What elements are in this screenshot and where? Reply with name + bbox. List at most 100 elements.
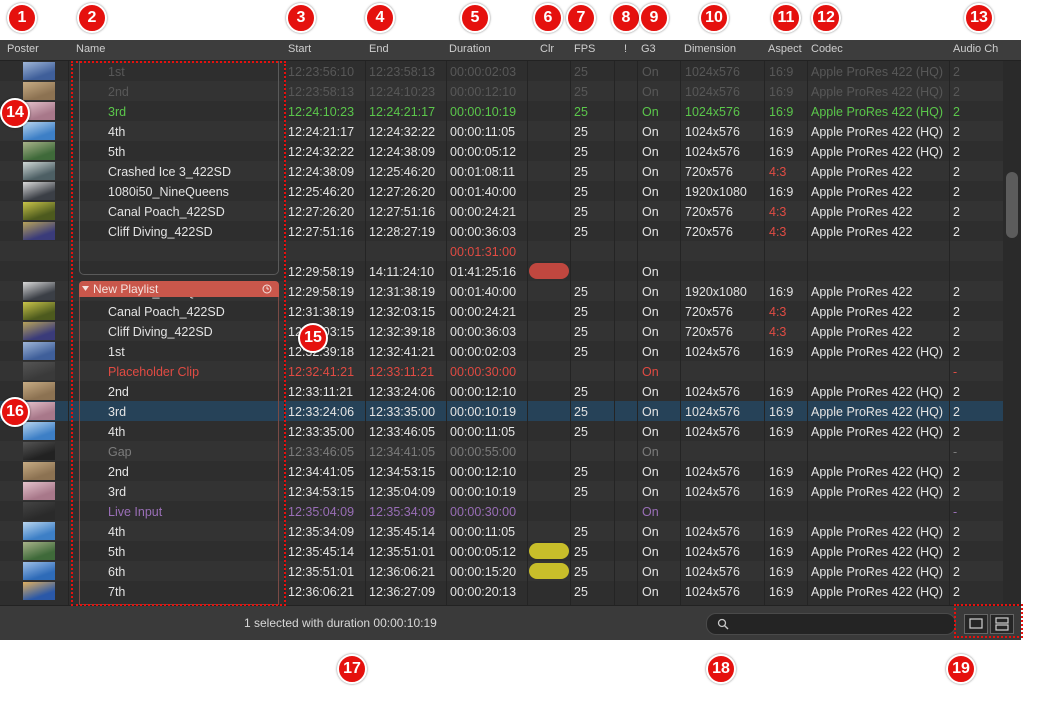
clip-name[interactable]: 5th [108, 545, 125, 559]
poster-thumbnail[interactable] [23, 342, 55, 360]
poster-thumbnail[interactable] [23, 302, 55, 320]
clip-name[interactable]: 3rd [108, 485, 126, 499]
col-header-dimension[interactable]: Dimension [684, 43, 736, 55]
table-row[interactable]: 4th 12:33:35:00 12:33:46:05 00:00:11:05 25 On… [0, 421, 1003, 441]
col-header-start[interactable]: Start [288, 43, 311, 55]
col-header-name[interactable]: Name [76, 43, 105, 55]
color-label-chip[interactable] [529, 563, 569, 579]
table-row[interactable]: Cliff Diving_422SD12:32:03:1512:32:39:18… [0, 321, 1003, 341]
table-row[interactable]: Placeholder Clip 12:32:41:21 12:33:11:21 00… [0, 361, 1003, 381]
cell-fps: 25 [574, 425, 588, 439]
cell-end: 12:36:06:21 [369, 565, 436, 579]
table-row[interactable]: 1080i50_NineQueens 12:25:46:20 12:27:26:20… [0, 181, 1003, 201]
poster-thumbnail[interactable] [23, 142, 55, 160]
poster-thumbnail[interactable] [23, 542, 55, 560]
cell-end: 12:34:41:05 [369, 445, 436, 459]
col-header-fps[interactable]: FPS [574, 43, 595, 55]
clip-name[interactable]: 3rd [108, 405, 126, 419]
table-row[interactable]: Gap 12:33:46:05 12:34:41:05 00:00:55:00 On - [0, 441, 1003, 461]
col-header-poster[interactable]: Poster [7, 43, 39, 55]
col-header-clr[interactable]: Clr [540, 43, 554, 55]
table-row[interactable]: 5th 12:24:32:22 12:24:38:09 00:00:05:12 25 On… [0, 141, 1003, 161]
table-row[interactable]: Live Input 12:35:04:09 12:35:34:09 00:00:30… [0, 501, 1003, 521]
table-row[interactable]: 5th 12:35:45:14 12:35:51:01 00:00:05:12 25 On… [0, 541, 1003, 561]
table-row[interactable]: 1080i50_NineQueens 12:29:58:19 12:31:38:19… [0, 281, 1003, 301]
col-header-end[interactable]: End [369, 43, 389, 55]
poster-thumbnail[interactable] [23, 322, 55, 340]
clip-name[interactable]: Cliff Diving_422SD [108, 225, 213, 239]
table-row[interactable]: 2nd 12:33:11:21 12:33:24:06 00:00:12:10 25 On… [0, 381, 1003, 401]
table-row[interactable]: 1st 12:23:56:10 12:23:58:13 00:00:02:03 25 On… [0, 61, 1003, 81]
clip-name[interactable]: 1st [108, 345, 125, 359]
cell-end: 12:35:04:09 [369, 485, 436, 499]
poster-thumbnail[interactable] [23, 462, 55, 480]
clip-name[interactable]: 4th [108, 525, 125, 539]
poster-thumbnail[interactable] [23, 382, 55, 400]
poster-thumbnail[interactable] [23, 582, 55, 600]
poster-thumbnail[interactable] [23, 482, 55, 500]
poster-thumbnail[interactable] [23, 122, 55, 140]
col-header-audio[interactable]: Audio Ch [953, 43, 998, 55]
clip-name[interactable]: Canal Poach_422SD [108, 305, 225, 319]
scrollbar-thumb[interactable] [1006, 172, 1018, 238]
clip-name[interactable]: 4th [108, 125, 125, 139]
clip-name[interactable]: 3rd [108, 105, 126, 119]
table-row[interactable]: 4th 12:24:21:17 12:24:32:22 00:00:11:05 25 On… [0, 121, 1003, 141]
table-row[interactable]: 3rd 12:33:24:06 12:33:35:00 00:00:10:19 25 On… [0, 401, 1003, 421]
clip-name[interactable]: Gap [108, 445, 132, 459]
table-row[interactable]: 1st 12:32:39:18 12:32:41:21 00:00:02:03 25 On… [0, 341, 1003, 361]
col-header-g3[interactable]: G3 [641, 43, 656, 55]
clip-name[interactable]: 5th [108, 145, 125, 159]
table-row[interactable]: 6th 12:35:51:01 12:36:06:21 00:00:15:20 25 On… [0, 561, 1003, 581]
clip-name[interactable]: 1080i50_NineQueens [108, 185, 229, 199]
table-row[interactable]: 2nd 12:34:41:05 12:34:53:15 00:00:12:10 25 On… [0, 461, 1003, 481]
poster-thumbnail[interactable] [23, 182, 55, 200]
table-row[interactable]: 2nd 12:23:58:13 12:24:10:23 00:00:12:10 25 On… [0, 81, 1003, 101]
clip-name[interactable]: 7th [108, 585, 125, 599]
clip-name[interactable]: 2nd [108, 85, 129, 99]
table-row[interactable]: Canal Poach_422SD 12:27:26:20 12:27:51:16 0… [0, 201, 1003, 221]
table-row[interactable]: 00:01:31:00 [0, 241, 1003, 261]
col-header-bang[interactable]: ! [624, 43, 627, 55]
table-row[interactable]: 3rd 12:24:10:23 12:24:21:17 00:00:10:19 25 On… [0, 101, 1003, 121]
poster-thumbnail[interactable] [23, 522, 55, 540]
table-row[interactable]: 7th 12:36:06:21 12:36:27:09 00:00:20:13 25 On… [0, 581, 1003, 601]
col-header-aspect[interactable]: Aspect [768, 43, 802, 55]
table-row[interactable]: 12:29:58:19 14:11:24:10 01:41:25:16 On [0, 261, 1003, 281]
poster-thumbnail[interactable] [23, 422, 55, 440]
search-field[interactable] [706, 613, 956, 635]
poster-thumbnail[interactable] [23, 202, 55, 220]
scrollbar-track[interactable] [1003, 61, 1021, 605]
poster-thumbnail[interactable] [23, 502, 55, 520]
clip-name[interactable]: 2nd [108, 465, 129, 479]
clip-name[interactable]: Placeholder Clip [108, 365, 199, 379]
clip-name[interactable]: 2nd [108, 385, 129, 399]
color-label-chip[interactable] [529, 263, 569, 279]
table-row[interactable]: Crashed Ice 3_422SD 12:24:38:09 12:25:46:2… [0, 161, 1003, 181]
table-row[interactable]: 3rd 12:34:53:15 12:35:04:09 00:00:10:19 25 On… [0, 481, 1003, 501]
clip-name[interactable]: Crashed Ice 3_422SD [108, 165, 231, 179]
poster-thumbnail[interactable] [23, 222, 55, 240]
clip-name[interactable]: Canal Poach_422SD [108, 205, 225, 219]
color-label-chip[interactable] [529, 543, 569, 559]
table-row[interactable]: Cliff Diving_422SD 12:27:51:16 12:28:27:19… [0, 221, 1003, 241]
clip-name[interactable]: Live Input [108, 505, 162, 519]
table-row[interactable]: 4th 12:35:34:09 12:35:45:14 00:00:11:05 25 On… [0, 521, 1003, 541]
poster-thumbnail[interactable] [23, 362, 55, 380]
col-header-duration[interactable]: Duration [449, 43, 491, 55]
poster-thumbnail[interactable] [23, 282, 55, 300]
clip-name[interactable]: 4th [108, 425, 125, 439]
poster-thumbnail[interactable] [23, 82, 55, 100]
clip-name[interactable]: 1080i50_NineQueens [108, 285, 229, 299]
poster-thumbnail[interactable] [23, 562, 55, 580]
clip-name[interactable]: 1st [108, 65, 125, 79]
poster-thumbnail[interactable] [23, 442, 55, 460]
poster-thumbnail[interactable] [23, 162, 55, 180]
poster-thumbnail[interactable] [23, 62, 55, 80]
single-view-button[interactable] [964, 614, 988, 634]
table-row[interactable]: Canal Poach_422SD 12:31:38:19 12:32:03:15 0… [0, 301, 1003, 321]
clip-name[interactable]: 6th [108, 565, 125, 579]
clip-name[interactable]: Cliff Diving_422SD [108, 325, 213, 339]
split-view-button[interactable] [990, 614, 1014, 634]
col-header-codec[interactable]: Codec [811, 43, 843, 55]
